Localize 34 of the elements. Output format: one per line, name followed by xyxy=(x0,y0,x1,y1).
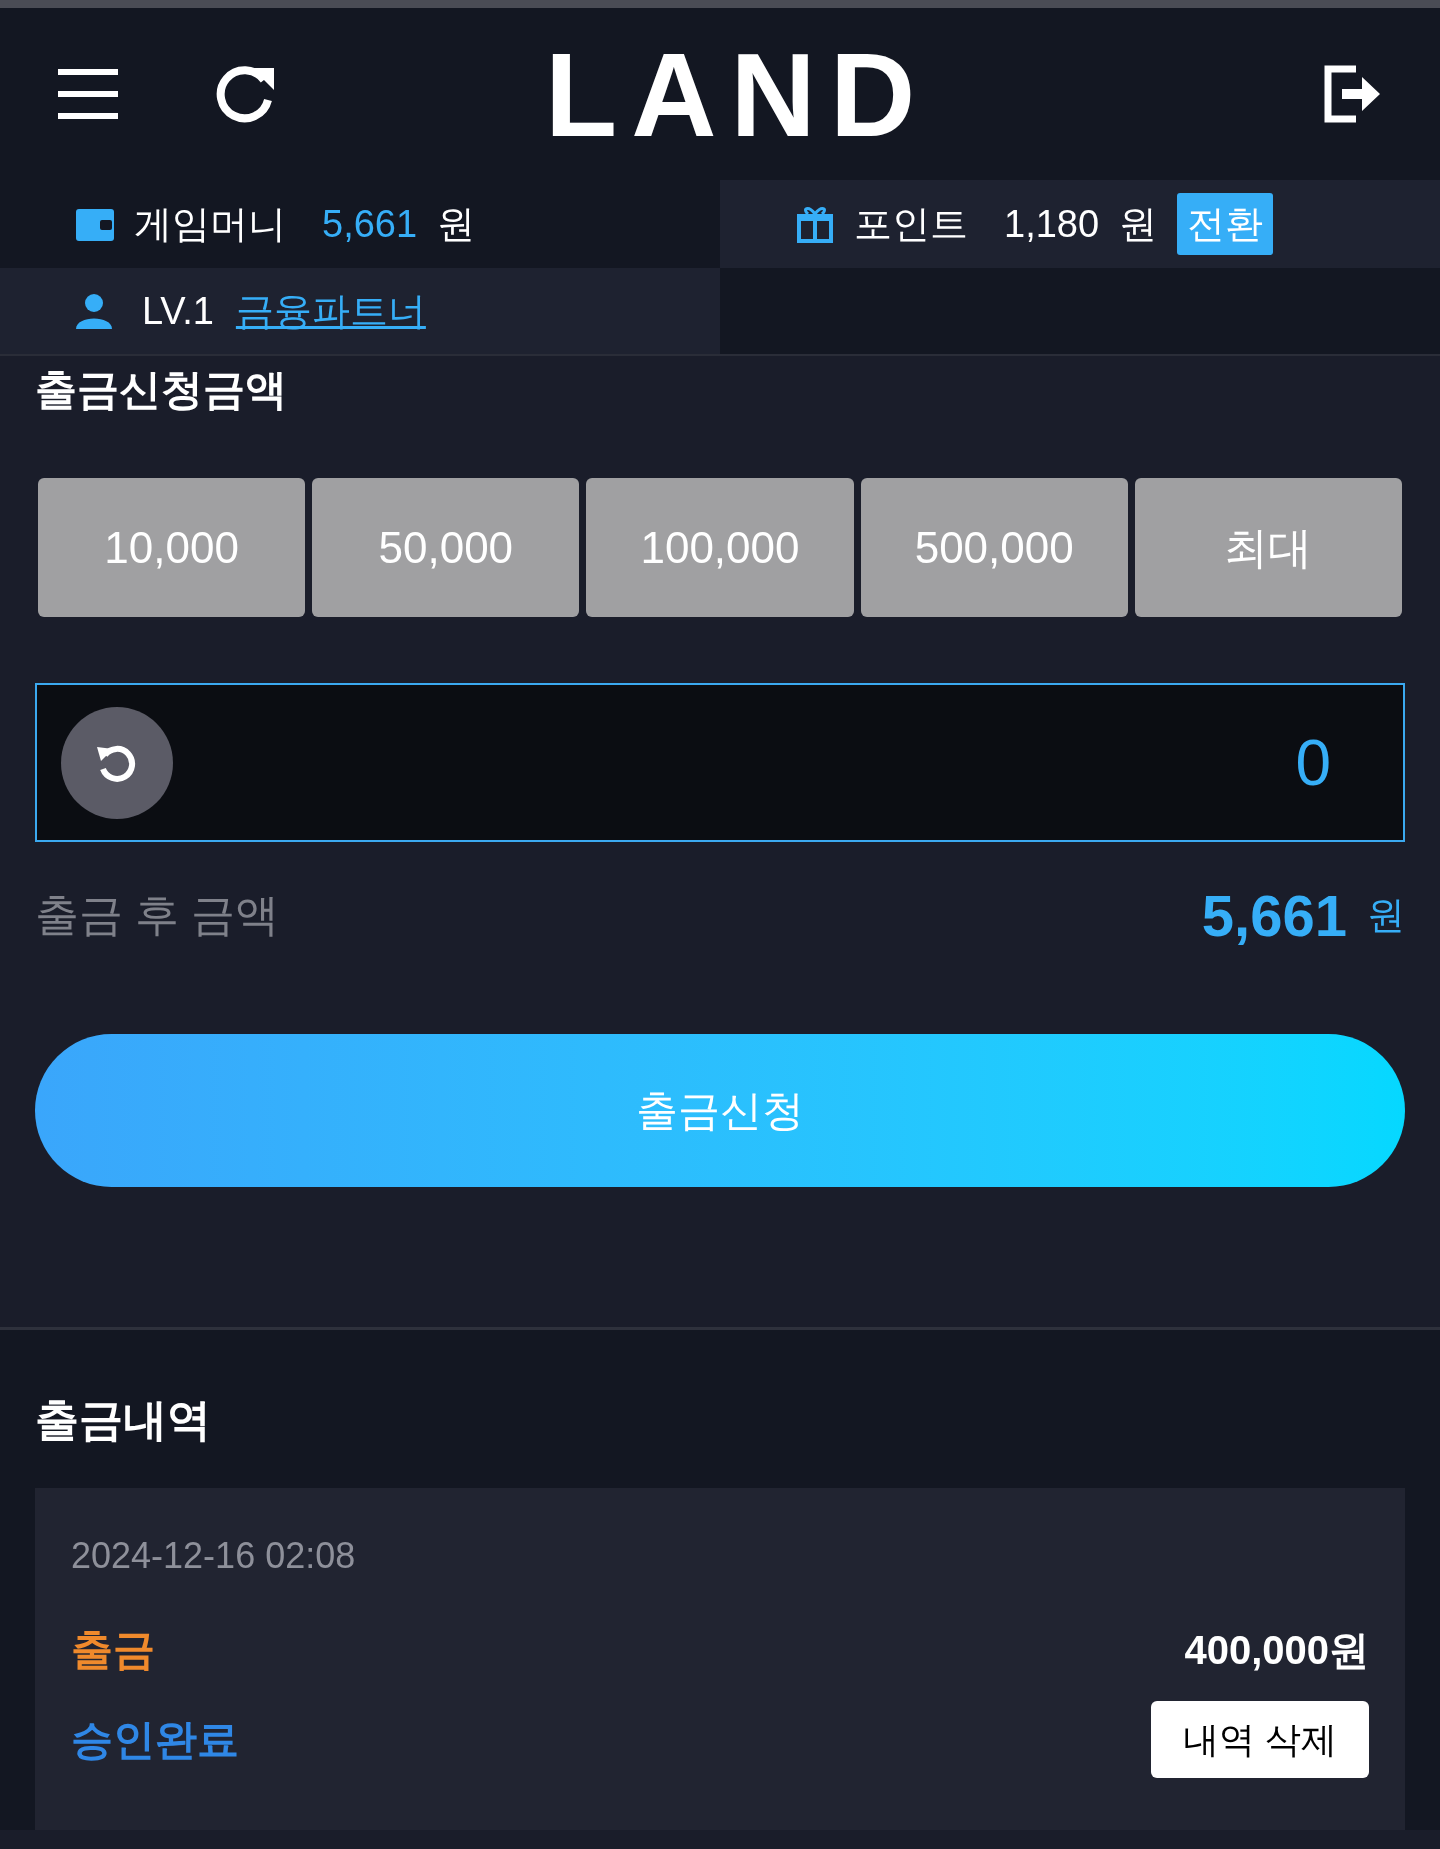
point-amount: 1,180 xyxy=(1004,201,1100,247)
game-money-amount: 5,661 xyxy=(322,201,418,247)
grade-link[interactable]: 금융파트너 xyxy=(235,282,426,340)
section-title: 출금내역 xyxy=(35,1394,212,1446)
game-money-label: 게임머니 xyxy=(134,201,286,247)
logo: LAND xyxy=(545,36,930,154)
user-icon xyxy=(76,293,112,329)
history-status: 승인완료 xyxy=(71,1715,239,1765)
convert-button[interactable]: 전환 xyxy=(1177,193,1274,255)
amount-value: 0 xyxy=(1295,725,1331,801)
withdraw-request-button[interactable]: 출금신청 xyxy=(35,1034,1405,1187)
delete-history-button[interactable]: 내역 삭제 xyxy=(1151,1701,1369,1778)
amount-input[interactable]: 0 xyxy=(35,683,1405,842)
section-title: 출금신청금액 xyxy=(35,365,288,415)
wallet-icon xyxy=(76,207,114,241)
level-text: LV.1 xyxy=(142,288,214,334)
quick-amount-button[interactable]: 500,000 xyxy=(860,478,1128,617)
history-type: 출금 xyxy=(71,1625,155,1675)
quick-amount-button[interactable]: 10,000 xyxy=(38,478,306,617)
menu-icon[interactable] xyxy=(58,69,118,119)
quick-amount-button[interactable]: 최대 xyxy=(1134,478,1402,617)
refresh-icon[interactable] xyxy=(214,64,276,124)
currency-unit: 원 xyxy=(1367,893,1405,938)
after-withdrawal-label: 출금 후 금액 xyxy=(35,889,280,941)
quick-amount-button[interactable]: 50,000 xyxy=(312,478,580,617)
currency-unit: 원 xyxy=(1119,201,1158,247)
after-withdrawal-amount: 5,661 xyxy=(1201,884,1347,948)
currency-unit: 원 xyxy=(437,201,476,247)
history-date: 2024-12-16 02:08 xyxy=(71,1534,357,1578)
point-label: 포인트 xyxy=(854,201,968,247)
history-amount: 400,000원 xyxy=(1184,1626,1369,1674)
quick-amount-button[interactable]: 100,000 xyxy=(586,478,854,617)
gift-icon xyxy=(796,205,834,243)
logout-icon[interactable] xyxy=(1324,65,1382,123)
